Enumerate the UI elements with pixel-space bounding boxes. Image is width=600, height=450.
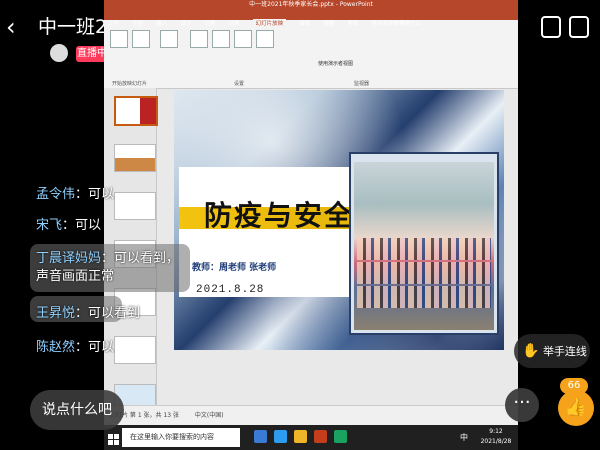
rehearse-button[interactable] — [234, 30, 252, 48]
app-taskbar-icon[interactable] — [334, 430, 347, 443]
screen-share-icon[interactable] — [541, 16, 561, 38]
slide-thumbnail[interactable] — [114, 144, 156, 172]
file-explorer-icon[interactable] — [294, 430, 307, 443]
ribbon: 文件 开始 插入 设计 切换 动画 幻灯片放映 审阅 视图 帮助 告诉我你想要做… — [104, 10, 518, 89]
taskbar-search-input[interactable]: 在这里输入你要搜索的内容 — [122, 428, 240, 447]
group-label-start: 开始放映幻灯片 — [112, 81, 148, 87]
ribbon-tab-bar: 文件 开始 插入 设计 切换 动画 幻灯片放映 审阅 视图 帮助 告诉我你想要做… — [104, 10, 518, 29]
tab-file[interactable]: 文件 — [108, 19, 119, 29]
chat-username[interactable]: 王昇悦 — [36, 306, 75, 321]
class-photo-row — [357, 262, 491, 284]
chat-message: 王昇悦：可以看到 — [36, 306, 141, 321]
tab-help[interactable]: 帮助 — [347, 19, 358, 29]
from-current-button[interactable] — [132, 30, 150, 48]
edge-browser-icon[interactable] — [274, 430, 287, 443]
raise-hand-button[interactable]: ✋ 举手连线 — [514, 334, 590, 368]
class-photo-row — [357, 286, 491, 308]
tell-me-search[interactable]: 告诉我你想要做什么 — [372, 19, 422, 29]
from-beginning-button[interactable] — [110, 30, 128, 48]
tab-design[interactable]: 设计 — [180, 19, 191, 29]
system-clock[interactable]: 9:12 2021/8/28 — [476, 427, 516, 447]
setup-show-button[interactable] — [190, 30, 208, 48]
windows-taskbar: 在这里输入你要搜索的内容 中 9:12 2021/8/28 — [104, 425, 518, 450]
slide-date: 2021.8.28 — [196, 284, 265, 296]
windows-start-icon[interactable] — [108, 431, 120, 445]
task-view-icon[interactable] — [254, 430, 267, 443]
hide-slide-button[interactable] — [212, 30, 230, 48]
status-bar: 幻灯片 第 1 张，共 13 张 中文(中国) — [104, 405, 518, 426]
chat-username[interactable]: 孟令伟 — [36, 187, 75, 202]
chat-text: 可以 — [75, 218, 102, 233]
tab-view[interactable]: 视图 — [323, 19, 334, 29]
tab-transitions[interactable]: 切换 — [204, 19, 215, 29]
tab-animations[interactable]: 动画 — [229, 19, 240, 29]
group-label-setup: 设置 — [234, 81, 245, 87]
powerpoint-taskbar-icon[interactable] — [314, 430, 327, 443]
slide-title: 防疫与安全 — [204, 199, 355, 232]
record-button[interactable] — [256, 30, 274, 48]
powerpoint-window-title: 中一班2021年秋季家长会.pptx - PowerPoint — [104, 0, 518, 10]
tab-insert[interactable]: 插入 — [156, 19, 167, 29]
back-chevron-icon[interactable]: ‹ — [6, 14, 32, 40]
chat-message: 孟令伟：可以 — [36, 187, 115, 202]
chat-username[interactable]: 丁晨译妈妈 — [36, 251, 101, 266]
like-thumbs-up-icon[interactable]: 👍 — [558, 390, 594, 426]
chat-message: 陈赵然：可以 — [36, 340, 115, 355]
chat-text: 可以看到 — [88, 306, 141, 321]
custom-show-button[interactable] — [160, 30, 178, 48]
chat-message: 宋飞：可以 — [36, 218, 102, 233]
chat-message: 丁晨译妈妈：可以看到，声音画面正常 — [36, 251, 180, 284]
chat-input[interactable]: 说点什么吧 — [30, 390, 124, 430]
raise-hand-icon: ✋ — [522, 343, 540, 359]
ime-indicator[interactable]: 中 — [460, 432, 468, 443]
presenter-view-checkbox[interactable]: 使用演示者视图 — [318, 60, 353, 67]
host-avatar[interactable] — [50, 44, 68, 62]
shared-screen: 中一班2021年秋季家长会.pptx - PowerPoint 文件 开始 插入… — [104, 0, 518, 450]
slide-thumbnail[interactable] — [114, 192, 156, 220]
class-photo-row — [357, 238, 491, 260]
clock-time: 9:12 — [489, 428, 503, 435]
chat-text: 可以 — [88, 340, 115, 355]
tab-slideshow[interactable]: 幻灯片放映 — [252, 19, 287, 29]
chat-username[interactable]: 宋飞 — [36, 218, 62, 233]
more-options-button[interactable]: ··· — [505, 388, 539, 422]
raise-hand-label: 举手连线 — [542, 345, 587, 358]
clock-date: 2021/8/28 — [480, 438, 512, 445]
slide-teachers: 教师：周老师 张老师 — [192, 263, 277, 273]
group-label-monitors: 监视器 — [354, 81, 370, 87]
slide-thumbnail[interactable] — [114, 96, 158, 126]
tab-review[interactable]: 审阅 — [299, 19, 310, 29]
slide-thumbnail[interactable] — [114, 336, 156, 364]
chat-username[interactable]: 陈赵然 — [36, 340, 75, 355]
tab-home[interactable]: 开始 — [132, 19, 143, 29]
share-icon[interactable] — [569, 16, 589, 38]
current-slide[interactable]: 防疫与安全 教师：周老师 张老师 2021.8.28 — [174, 90, 504, 350]
chat-text: 可以 — [88, 187, 115, 202]
language-indicator: 中文(中国) — [194, 412, 224, 419]
